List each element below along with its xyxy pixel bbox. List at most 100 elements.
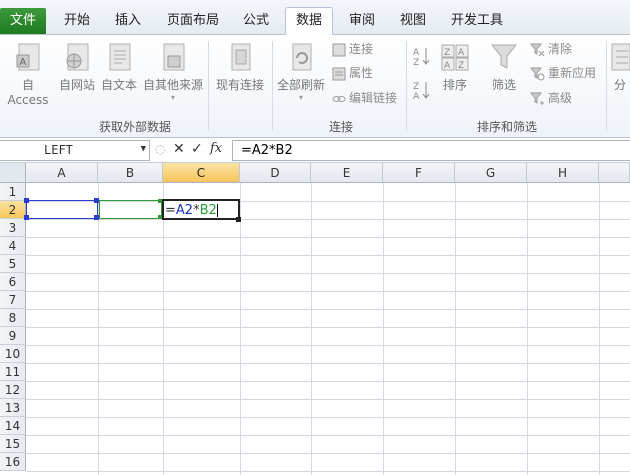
worksheet-grid[interactable]: A B C D E F G H 1 2 3 4 5 6 7 8 9 10 11 … xyxy=(0,163,630,475)
row-header-12[interactable]: 12 xyxy=(0,381,26,399)
row-header-16[interactable]: 16 xyxy=(0,453,26,471)
from-other-sources-label: 自其他来源 xyxy=(142,78,203,92)
row-header-14[interactable]: 14 xyxy=(0,417,26,435)
data-tools-icon xyxy=(611,43,630,71)
row-header-8[interactable]: 8 xyxy=(0,309,26,327)
ref-handle-a2-bl[interactable] xyxy=(24,215,29,220)
row-header-9[interactable]: 9 xyxy=(0,327,26,345)
column-header-h[interactable]: H xyxy=(527,163,599,183)
fill-handle[interactable] xyxy=(236,217,241,222)
tab-review[interactable]: 审阅 xyxy=(341,8,383,35)
row-header-7[interactable]: 7 xyxy=(0,291,26,309)
row-header-11[interactable]: 11 xyxy=(0,363,26,381)
tab-page-layout[interactable]: 页面布局 xyxy=(160,8,226,35)
row-header-3[interactable]: 3 xyxy=(0,219,26,237)
row-header-2[interactable]: 2 xyxy=(0,201,26,219)
formula-bar: LEFT ▼ ◌ ✕ ✓ fx =A2*B2 xyxy=(0,139,630,163)
row-header-6[interactable]: 6 xyxy=(0,273,26,291)
tab-insert[interactable]: 插入 xyxy=(107,8,149,35)
gridline xyxy=(163,183,164,475)
column-header-d[interactable]: D xyxy=(240,163,311,183)
properties-button[interactable]: 属性 xyxy=(332,63,373,83)
insert-function-icon[interactable]: fx xyxy=(210,141,222,156)
row-header-13[interactable]: 13 xyxy=(0,399,26,417)
sort-ascending-button[interactable]: AZ xyxy=(413,45,431,68)
from-access-button[interactable]: A 自 Access xyxy=(0,41,56,107)
from-text-button[interactable]: 自文本 xyxy=(98,41,140,93)
chevron-down-icon[interactable]: ▼ xyxy=(141,144,146,154)
reapply-filter-icon xyxy=(530,67,545,81)
reference-highlight-b2[interactable] xyxy=(99,200,162,219)
tab-file[interactable]: 文件 xyxy=(0,8,46,34)
ribbon-tab-bar: 文件 开始 插入 页面布局 公式 数据 审阅 视图 开发工具 xyxy=(0,0,630,35)
column-header-e[interactable]: E xyxy=(311,163,383,183)
partial-ribbon-button[interactable]: 分 xyxy=(610,41,630,93)
edit-links-button[interactable]: 编辑链接 xyxy=(332,88,397,108)
row-header-5[interactable]: 5 xyxy=(0,255,26,273)
enter-icon[interactable]: ✓ xyxy=(191,141,203,157)
ref-handle-a2-tl[interactable] xyxy=(24,198,29,203)
tab-data[interactable]: 数据 xyxy=(285,7,333,35)
column-header-f[interactable]: F xyxy=(383,163,455,183)
text-file-icon xyxy=(109,43,131,71)
gridline xyxy=(26,453,630,454)
properties-label: 属性 xyxy=(349,66,374,80)
column-header-a[interactable]: A xyxy=(26,163,98,183)
connections-icon xyxy=(332,43,346,56)
advanced-filter-icon xyxy=(530,92,544,105)
group-divider xyxy=(606,41,607,131)
clear-filter-button[interactable]: 清除 xyxy=(530,39,572,59)
expand-handle-icon[interactable]: ◌ xyxy=(155,142,165,156)
refresh-all-label: 全部刷新 xyxy=(276,78,325,92)
existing-connections-button[interactable]: 现有连接 xyxy=(212,41,268,93)
column-header-g[interactable]: G xyxy=(455,163,527,183)
gridline xyxy=(26,291,630,292)
reapply-button[interactable]: 重新应用 xyxy=(530,63,596,83)
tab-view[interactable]: 视图 xyxy=(392,8,434,35)
gridline xyxy=(26,345,630,346)
advanced-filter-button[interactable]: 高级 xyxy=(530,88,572,108)
filter-button[interactable]: 筛选 xyxy=(484,41,524,93)
name-box-value: LEFT xyxy=(44,143,73,157)
other-sources-icon xyxy=(163,43,185,71)
row-header-10[interactable]: 10 xyxy=(0,345,26,363)
svg-text:Z: Z xyxy=(458,61,464,71)
row-header-15[interactable]: 15 xyxy=(0,435,26,453)
group-label-connections: 连接 xyxy=(328,120,353,134)
gridline xyxy=(98,183,99,475)
tab-formulas[interactable]: 公式 xyxy=(235,8,277,35)
group-divider xyxy=(406,41,407,131)
sort-button[interactable]: Z A A Z 排序 xyxy=(436,41,474,93)
select-all-corner[interactable] xyxy=(0,163,26,183)
from-web-button[interactable]: 自网站 xyxy=(56,41,98,93)
name-box[interactable]: LEFT ▼ xyxy=(0,140,150,161)
reference-highlight-a2[interactable] xyxy=(26,200,98,219)
tab-home[interactable]: 开始 xyxy=(56,8,98,35)
sort-descending-button[interactable]: ZA xyxy=(413,79,431,102)
clear-filter-icon xyxy=(530,43,545,57)
active-cell-c2[interactable]: =A2*B2 xyxy=(162,199,240,220)
row-header-1[interactable]: 1 xyxy=(0,183,26,201)
gridline xyxy=(26,237,630,238)
column-header-c[interactable]: C xyxy=(163,163,240,183)
column-header-b[interactable]: B xyxy=(98,163,163,183)
tab-developer[interactable]: 开发工具 xyxy=(444,8,510,35)
cancel-icon[interactable]: ✕ xyxy=(173,141,185,157)
svg-text:A: A xyxy=(458,48,465,58)
refresh-all-button[interactable]: 全部刷新 ▾ xyxy=(274,41,328,102)
gridline xyxy=(26,363,630,364)
formula-input[interactable]: =A2*B2 xyxy=(232,140,630,161)
formula-prefix: = xyxy=(165,203,176,218)
sort-ascending-icon: AZ xyxy=(413,48,430,68)
from-other-sources-button[interactable]: 自其他来源 ▾ xyxy=(140,41,206,102)
connections-button[interactable]: 连接 xyxy=(332,39,373,59)
advanced-filter-label: 高级 xyxy=(548,91,573,105)
gridline xyxy=(240,183,241,475)
link-icon xyxy=(332,95,346,102)
row-header-4[interactable]: 4 xyxy=(0,237,26,255)
from-access-label: 自 Access xyxy=(7,78,49,107)
svg-text:A: A xyxy=(413,48,420,58)
column-header-partial[interactable] xyxy=(599,163,630,183)
from-text-label: 自文本 xyxy=(100,78,137,92)
gridline xyxy=(26,435,630,436)
